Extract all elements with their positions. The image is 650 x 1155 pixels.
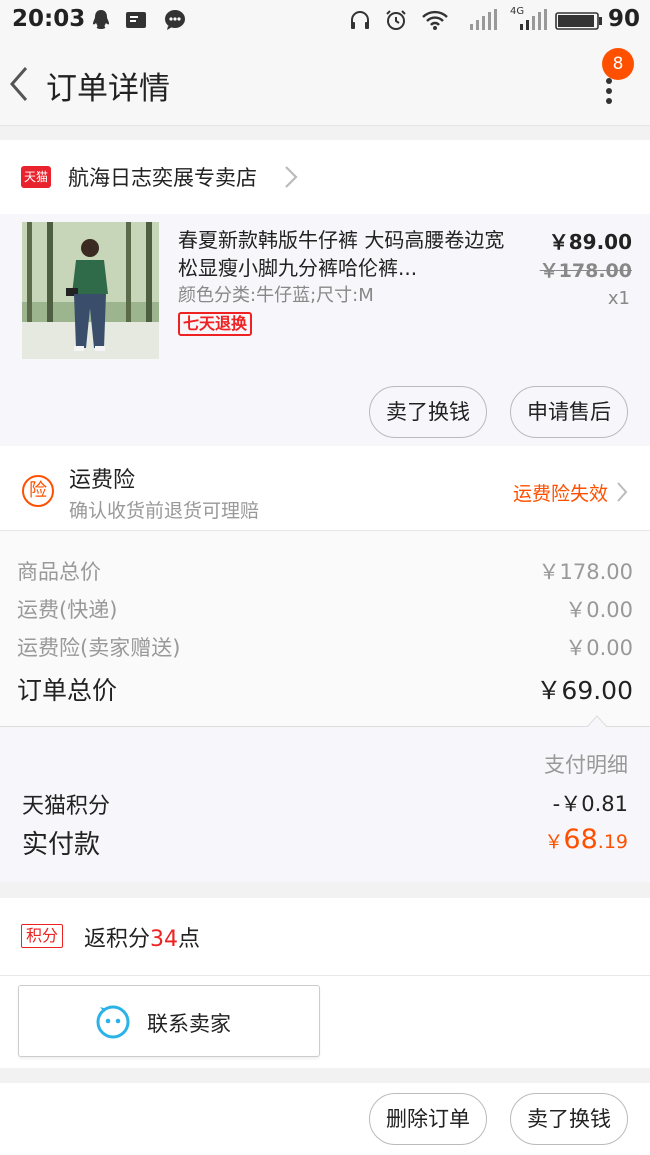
signal-icon-2 xyxy=(520,9,547,30)
insurance-subtitle: 确认收货前退货可理赔 xyxy=(69,500,260,522)
product-title[interactable]: 春夏新款韩版牛仔裤 大码高腰卷边宽松显瘦小脚九分裤哈伦裤... xyxy=(178,226,508,282)
price-value-shipping: ￥0.00 xyxy=(565,598,633,622)
sell-button[interactable]: 卖了换钱 xyxy=(369,386,487,438)
price-summary: 商品总价 ￥178.00 运费(快递) ￥0.00 运费险(卖家赠送) ￥0.0… xyxy=(0,531,650,727)
bottom-action-bar: 删除订单 卖了换钱 xyxy=(0,1083,650,1155)
sell-button-bottom[interactable]: 卖了换钱 xyxy=(510,1093,628,1145)
chat-icon xyxy=(96,1005,130,1039)
price-label-shipping: 运费(快递) xyxy=(17,598,118,622)
message-icon xyxy=(126,12,146,28)
insurance-icon: 险 xyxy=(22,475,54,507)
tmall-points-label: 天猫积分 xyxy=(22,794,111,819)
wifi-icon xyxy=(422,10,448,30)
price-value-goods: ￥178.00 xyxy=(538,560,633,584)
paid-label: 实付款 xyxy=(22,830,101,860)
shop-name: 航海日志奕展专卖店 xyxy=(68,166,257,190)
back-icon[interactable] xyxy=(8,66,30,102)
shop-row[interactable]: 天猫 航海日志奕展专卖店 xyxy=(0,140,650,214)
page-title: 订单详情 xyxy=(46,71,170,107)
contact-seller-label: 联系卖家 xyxy=(147,1012,231,1036)
order-total-label: 订单总价 xyxy=(17,676,118,705)
tmall-logo: 天猫 xyxy=(21,166,51,188)
qq-icon xyxy=(93,10,109,29)
quantity: x1 xyxy=(607,288,630,309)
price-current: ￥89.00 xyxy=(548,230,632,254)
price-label-goods: 商品总价 xyxy=(17,560,101,584)
contact-section: 联系卖家 xyxy=(0,976,650,1068)
nav-bar: 订单详情 8 xyxy=(0,40,650,126)
alarm-icon xyxy=(386,10,406,30)
paid-int: 68 xyxy=(563,824,598,855)
paid-currency: ￥ xyxy=(544,831,564,853)
delete-order-button[interactable]: 删除订单 xyxy=(369,1093,487,1145)
return-policy-tag: 七天退换 xyxy=(178,312,253,336)
price-original: ￥178.00 xyxy=(539,260,632,282)
more-icon[interactable] xyxy=(604,76,614,106)
status-bar: 20:03 4G 90 xyxy=(0,0,650,40)
signal-icon xyxy=(470,9,497,30)
points-row: 积分 返积分34点 xyxy=(0,898,650,976)
price-label-insurance: 运费险(卖家赠送) xyxy=(17,636,181,660)
product-image[interactable] xyxy=(22,222,159,359)
status-time: 20:03 xyxy=(12,6,86,32)
chat-icon xyxy=(165,10,185,30)
tmall-points-value: -￥0.81 xyxy=(552,792,628,816)
chevron-right-icon xyxy=(285,166,298,188)
product-card[interactable]: 春夏新款韩版牛仔裤 大码高腰卷边宽松显瘦小脚九分裤哈伦裤... 颜色分类:牛仔蓝… xyxy=(0,214,650,446)
points-count: 34 xyxy=(150,927,179,952)
points-prefix: 返积分 xyxy=(84,927,151,952)
battery-icon xyxy=(555,12,602,30)
insurance-title: 运费险 xyxy=(69,468,136,493)
product-sku: 颜色分类:牛仔蓝;尺寸:M xyxy=(178,285,374,306)
chevron-right-icon xyxy=(617,482,628,502)
paid-amount: ￥68.19 xyxy=(544,824,628,855)
payment-detail: 支付明细 天猫积分 -￥0.81 实付款 ￥68.19 xyxy=(0,727,650,882)
contact-seller-button[interactable]: 联系卖家 xyxy=(18,985,320,1057)
points-tag: 积分 xyxy=(21,924,64,948)
battery-level: 90 xyxy=(607,6,640,32)
after-sale-button[interactable]: 申请售后 xyxy=(510,386,628,438)
headphones-icon xyxy=(351,11,369,29)
payment-detail-header[interactable]: 支付明细 xyxy=(544,749,628,779)
insurance-status: 运费险失效 xyxy=(512,483,608,505)
points-suffix: 点 xyxy=(178,927,201,952)
paid-dec: .19 xyxy=(597,831,628,853)
shipping-insurance-row[interactable]: 险 运费险 确认收货前退货可理赔 运费险失效 xyxy=(0,446,650,531)
points-text: 返积分34点 xyxy=(84,921,200,953)
notification-badge: 8 xyxy=(602,48,634,80)
price-value-insurance: ￥0.00 xyxy=(565,636,633,660)
order-total-value: ￥69.00 xyxy=(536,676,633,705)
